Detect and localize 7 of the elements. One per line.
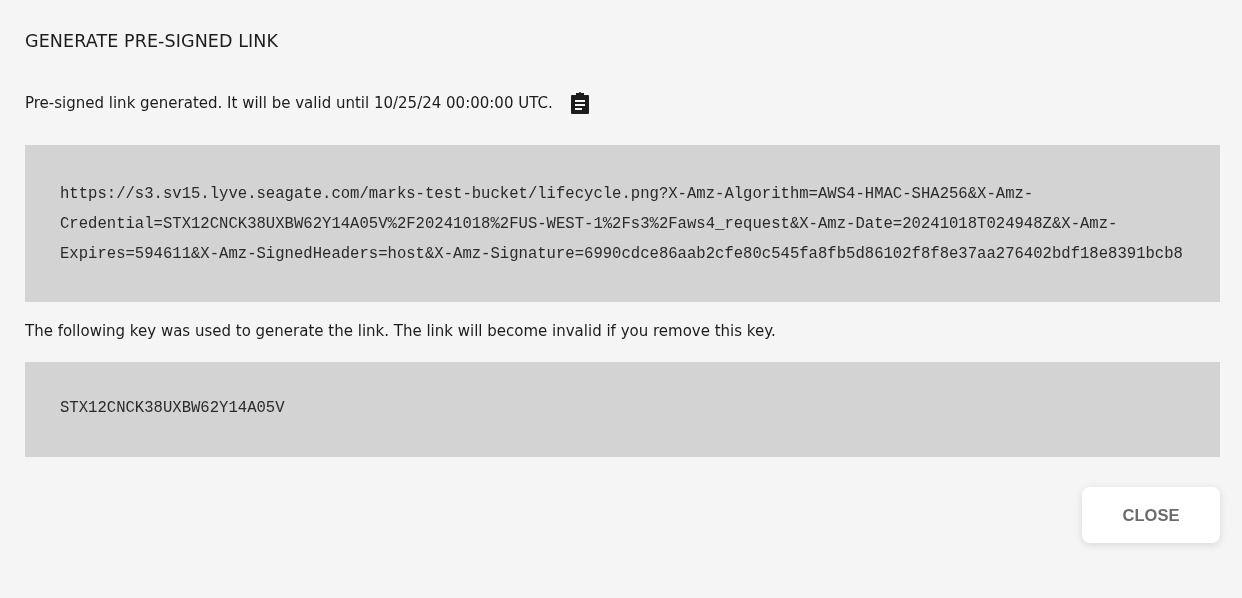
link-text: https://s3.sv15.lyve.seagate.com/marks-test-bucket/lifecycle.png?X-Amz-Algorithm=AWS4-HMAC-SHA256&X-Amz-Credential=STX12CNCK38UXBW62Y14A05V%2F20241018%2FUS-WEST-1%2Fs3%2Faws4_request&X-Amz-Date=20241018T024948Z&X-Amz-Expires=594611&X-Amz-SignedHeaders=host&X-Amz-Signature=6990cdce86aab2cfe80c545fa8fb5d86102f8f8e37aa276402bdf18e8391bcb8 — [60, 185, 1183, 263]
status-message: Pre-signed link generated. It will be valid until 10/25/24 00:00:00 UTC. — [25, 94, 553, 112]
dialog-title: GENERATE PRE-SIGNED LINK — [25, 31, 279, 51]
key-message: The following key was used to generate the link. The link will become invalid if you remove this key. — [25, 322, 776, 340]
clipboard-icon[interactable] — [568, 91, 591, 115]
close-button[interactable]: CLOSE — [1082, 487, 1220, 543]
key-text: STX12CNCK38UXBW62Y14A05V — [60, 399, 285, 417]
